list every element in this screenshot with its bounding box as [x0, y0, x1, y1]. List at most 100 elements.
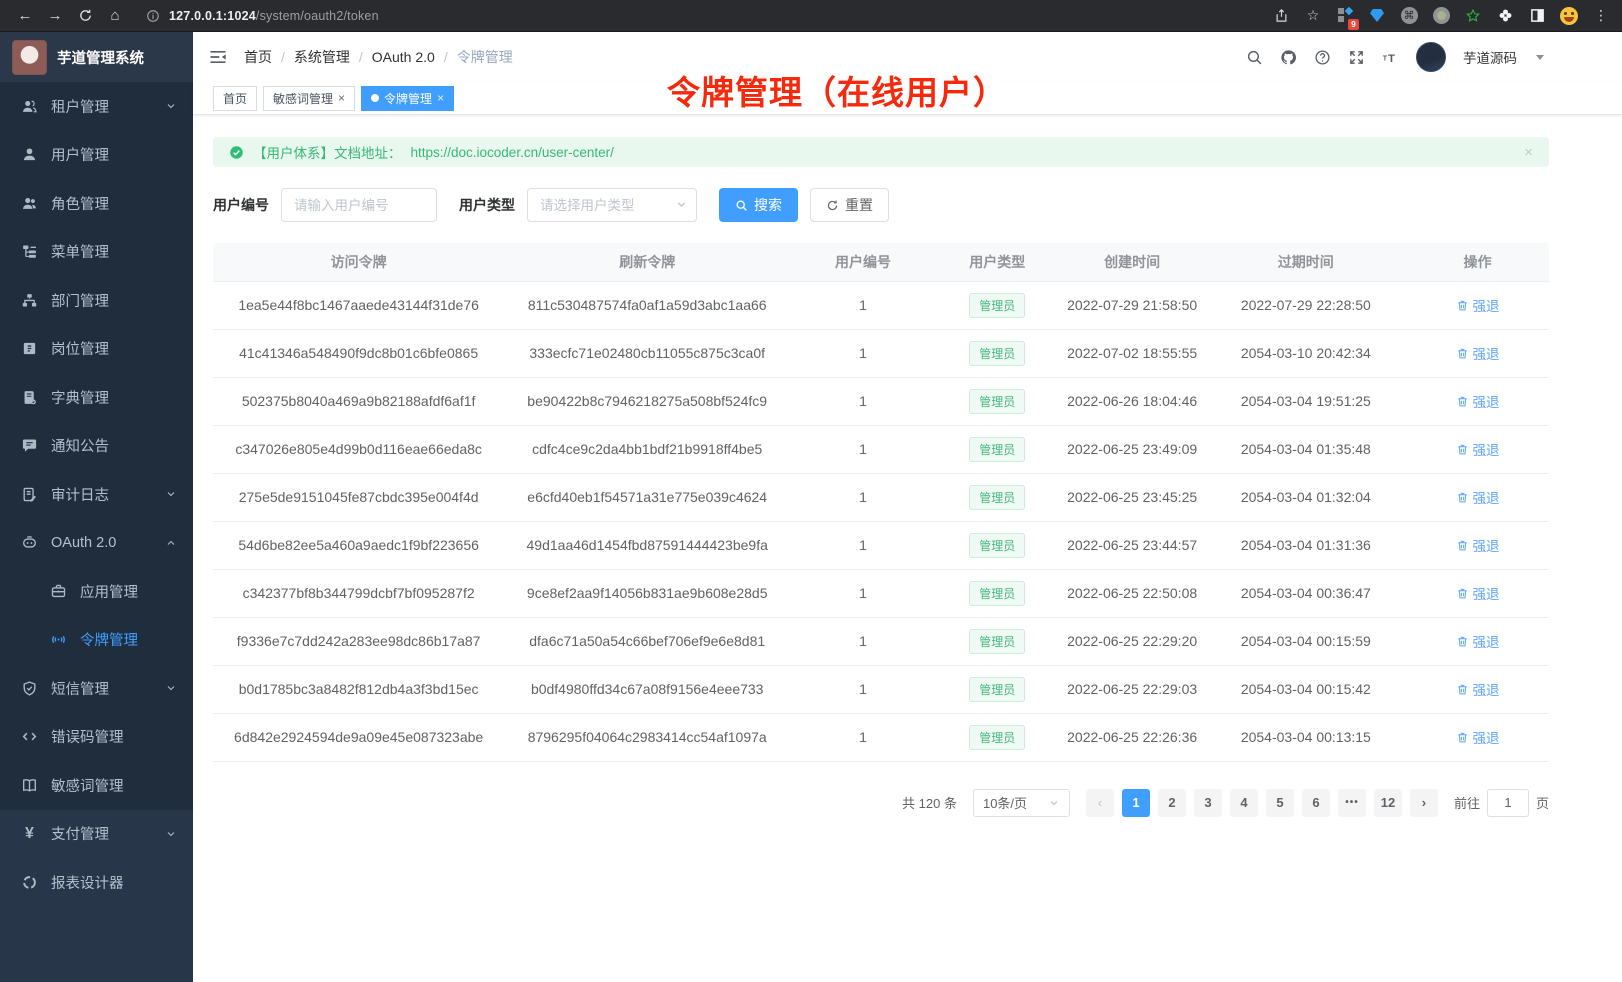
sidebar-item-app[interactable]: 应用管理	[0, 567, 193, 616]
sidebar-item-menu-tree[interactable]: 菜单管理	[0, 228, 193, 277]
sidebar-item-tenant[interactable]: 租户管理	[0, 82, 193, 131]
breadcrumb-item[interactable]: 首页	[244, 47, 272, 67]
user-avatar[interactable]	[1416, 42, 1446, 72]
tags-view-tab[interactable]: 敏感词管理 ×	[263, 86, 355, 111]
username-label[interactable]: 芋道源码	[1463, 47, 1517, 67]
browser-forward-icon[interactable]: →	[42, 3, 68, 29]
force-logout-button[interactable]: 强退	[1456, 727, 1500, 747]
site-info-icon[interactable]	[146, 9, 160, 23]
dictionary-icon	[21, 389, 38, 406]
user-id-label: 用户编号	[213, 195, 269, 215]
action-cell: 强退	[1406, 473, 1549, 521]
extension-grid-icon[interactable]: 9	[1336, 7, 1354, 25]
column-header: 用户编号	[790, 243, 936, 281]
tags-view-tab[interactable]: 首页	[213, 86, 257, 111]
bookmark-star-icon[interactable]: ☆	[1304, 7, 1322, 25]
pagination-page-2[interactable]: 2	[1158, 789, 1186, 817]
token-table-body: 1ea5e44f8bc1467aaede43144f31de76811c5304…	[213, 281, 1549, 761]
sidebar-item-report[interactable]: 报表设计器	[0, 858, 193, 907]
app-title: 芋道管理系统	[57, 47, 144, 68]
trash-icon	[1456, 299, 1469, 312]
force-logout-button[interactable]: 强退	[1456, 343, 1500, 363]
fullscreen-icon[interactable]	[1348, 49, 1365, 66]
breadcrumb-item[interactable]: 系统管理	[294, 47, 350, 67]
sidebar-item-role[interactable]: 角色管理	[0, 179, 193, 228]
sidebar-item-audit[interactable]: 审计日志	[0, 470, 193, 519]
browser-menu-kebab-icon[interactable]: ⋮	[1592, 7, 1610, 25]
address-bar[interactable]: 127.0.0.1:1024/system/oauth2/token	[146, 9, 1258, 23]
pagination-page-12[interactable]: 12	[1374, 789, 1402, 817]
github-icon[interactable]	[1280, 49, 1297, 66]
access-token-cell: 41c41346a548490f9dc8b01c6bfe0865	[213, 329, 504, 377]
browser-home-icon[interactable]: ⌂	[102, 3, 128, 29]
force-logout-button[interactable]: 强退	[1456, 439, 1500, 459]
breadcrumb-item[interactable]: OAuth 2.0	[372, 49, 435, 65]
tab-label: 敏感词管理	[273, 90, 333, 107]
sidebar-item-user[interactable]: 用户管理	[0, 131, 193, 180]
sidebar-item-dictionary[interactable]: 字典管理	[0, 373, 193, 422]
action-cell: 强退	[1406, 665, 1549, 713]
table-row: 275e5de9151045fe87cbdc395e004f4de6cfd40e…	[213, 473, 1549, 521]
pinwheel-extension-icon[interactable]	[1496, 7, 1514, 25]
sidebar-item-error-code[interactable]: 错误码管理	[0, 713, 193, 762]
force-logout-button[interactable]: 强退	[1456, 535, 1500, 555]
help-icon[interactable]	[1314, 49, 1331, 66]
sidebar-item-department[interactable]: 部门管理	[0, 276, 193, 325]
goto-page-input[interactable]	[1487, 789, 1529, 817]
force-logout-button[interactable]: 强退	[1456, 391, 1500, 411]
sidebar-item-sensitive-word[interactable]: 敏感词管理	[0, 761, 193, 810]
pagination-prev-button[interactable]: ‹	[1086, 789, 1114, 817]
notice-doc-link[interactable]: https://doc.iocoder.cn/user-center/	[411, 145, 614, 160]
recorder-extension-icon[interactable]	[1432, 7, 1450, 25]
sidebar-item-sms[interactable]: 短信管理	[0, 664, 193, 713]
sidebar-item-pay[interactable]: ¥支付管理	[0, 810, 193, 859]
contrast-extension-icon[interactable]	[1528, 7, 1546, 25]
search-icon[interactable]	[1246, 49, 1263, 66]
force-logout-button[interactable]: 强退	[1456, 679, 1500, 699]
table-row: b0d1785bc3a8482f812db4a3f3bd15ecb0df4980…	[213, 665, 1549, 713]
pay-icon: ¥	[21, 825, 38, 842]
sidebar-collapse-icon[interactable]	[208, 47, 228, 67]
pagination-page-4[interactable]: 4	[1230, 789, 1258, 817]
command-extension-icon[interactable]: ⌘	[1400, 7, 1418, 25]
sidebar-item-oauth[interactable]: OAuth 2.0	[0, 519, 193, 568]
user-id-input[interactable]	[281, 188, 437, 222]
pagination-ellipsis[interactable]: •••	[1338, 789, 1366, 817]
top-navbar: 首页/系统管理/OAuth 2.0/令牌管理 TT 芋道源码	[193, 32, 1622, 82]
force-logout-button[interactable]: 强退	[1456, 487, 1500, 507]
sidebar-logo[interactable]: 芋道管理系统	[0, 32, 193, 82]
sidebar-item-announcement[interactable]: 通知公告	[0, 422, 193, 471]
tags-view-tab[interactable]: 令牌管理×	[361, 86, 454, 111]
user-menu-caret-icon[interactable]	[1536, 55, 1544, 60]
reset-button[interactable]: 重置	[810, 188, 889, 222]
created-time-cell: 2022-07-02 18:55:55	[1059, 329, 1206, 377]
sidebar-item-token[interactable]: 令牌管理	[0, 616, 193, 665]
pagination-page-5[interactable]: 5	[1266, 789, 1294, 817]
pagination-next-button[interactable]: ›	[1410, 789, 1438, 817]
green-star-extension-icon[interactable]	[1464, 7, 1482, 25]
tab-close-icon[interactable]: ×	[338, 92, 345, 104]
force-logout-label: 强退	[1473, 583, 1500, 603]
pagination-page-1[interactable]: 1	[1122, 789, 1150, 817]
user-type-select[interactable]	[527, 188, 697, 222]
force-logout-button[interactable]: 强退	[1456, 583, 1500, 603]
gem-extension-icon[interactable]	[1368, 7, 1386, 25]
notice-close-icon[interactable]: ×	[1524, 144, 1533, 161]
table-row: f9336e7c7dd242a283ee98dc86b17a87dfa6c71a…	[213, 617, 1549, 665]
font-size-icon[interactable]: TT	[1382, 49, 1399, 66]
search-button[interactable]: 搜索	[719, 188, 798, 222]
share-icon[interactable]	[1272, 7, 1290, 25]
page-content: 【用户体系】文档地址： https://doc.iocoder.cn/user-…	[193, 115, 1622, 982]
browser-reload-icon[interactable]	[72, 3, 98, 29]
pagination-page-3[interactable]: 3	[1194, 789, 1222, 817]
search-button-icon	[735, 199, 748, 212]
pagination-page-6[interactable]: 6	[1302, 789, 1330, 817]
sidebar-item-post[interactable]: 岗位管理	[0, 325, 193, 374]
profile-avatar-icon[interactable]	[1560, 7, 1578, 25]
browser-back-icon[interactable]: ←	[12, 3, 38, 29]
tab-close-icon[interactable]: ×	[437, 92, 444, 104]
menu-tree-icon	[21, 243, 38, 260]
force-logout-button[interactable]: 强退	[1456, 631, 1500, 651]
page-size-select[interactable]: 10条/页	[973, 789, 1070, 817]
force-logout-button[interactable]: 强退	[1456, 295, 1500, 315]
